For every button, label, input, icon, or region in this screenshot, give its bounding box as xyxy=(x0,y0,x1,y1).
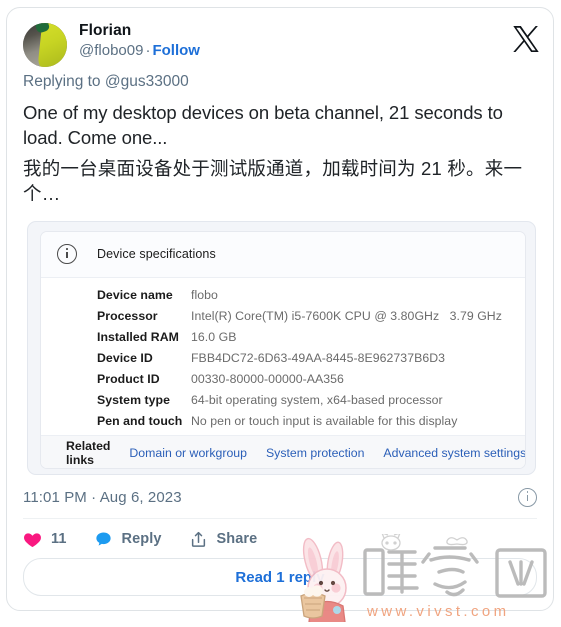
reply-icon xyxy=(94,530,113,549)
spec-label: Product ID xyxy=(97,371,160,386)
spec-value: 64-bit operating system, x64-based proce… xyxy=(191,392,443,407)
spec-value: FBB4DC72-6D63-49AA-8445-8E962737B6D3 xyxy=(191,350,446,365)
spec-value: No pen or touch input is available for t… xyxy=(191,413,458,428)
heart-icon xyxy=(23,530,42,549)
avatar-photo xyxy=(23,23,67,67)
spec-row: Processor Intel(R) Core(TM) i5-7600K CPU… xyxy=(41,309,525,330)
related-link-advanced-system-settings[interactable]: Advanced system settings xyxy=(383,446,525,460)
replying-to-prefix: Replying to xyxy=(23,73,105,90)
reply-button[interactable]: Reply xyxy=(94,530,162,549)
spec-label: Device name xyxy=(97,287,173,302)
info-circle-icon xyxy=(57,244,77,265)
related-link-system-protection[interactable]: System protection xyxy=(266,446,364,460)
like-count: 11 xyxy=(51,531,67,548)
spec-row: Device ID FBB4DC72-6D63-49AA-8445-8E9627… xyxy=(41,351,525,372)
related-links-title: Related links xyxy=(66,438,111,467)
tweet-meta-row: 11:01 PM · Aug 6, 2023 xyxy=(23,475,537,519)
related-links-bar: Related links Domain or workgroup System… xyxy=(41,434,525,468)
x-logo[interactable] xyxy=(513,26,539,52)
replying-to: Replying to @gus33000 xyxy=(7,64,553,91)
author-handle-line: @flobo09 · Follow xyxy=(79,42,200,61)
spec-label: System type xyxy=(97,392,170,407)
spec-row: Installed RAM 16.0 GB xyxy=(41,330,525,351)
author-handle[interactable]: @flobo09 xyxy=(79,42,143,59)
tweet-text-chinese: 我的一台桌面设备处于测试版通道，加载时间为 21 秒。来一个… xyxy=(23,158,523,205)
device-specifications-card: Device specifications Device name flobo … xyxy=(40,230,526,469)
like-button[interactable]: 11 xyxy=(23,530,67,549)
tweet-text: One of my desktop devices on beta channe… xyxy=(7,91,553,207)
tweet-card: Florian @flobo09 · Follow Replying to @gus… xyxy=(6,7,554,611)
spec-row: Device name flobo xyxy=(41,288,525,309)
spec-row: Pen and touch No pen or touch input is a… xyxy=(41,414,525,435)
read-replies-button[interactable]: Read 1 reply xyxy=(23,558,537,596)
share-label: Share xyxy=(216,531,258,548)
reply-label: Reply xyxy=(121,531,162,548)
spec-value: flobo xyxy=(191,287,218,302)
spec-row: System type 64-bit operating system, x64… xyxy=(41,393,525,414)
tweet-text-english: One of my desktop devices on beta channe… xyxy=(23,102,503,149)
device-specifications-title: Device specifications xyxy=(97,247,216,262)
spec-value: Intel(R) Core(TM) i5-7600K CPU @ 3.80GHz… xyxy=(191,308,502,323)
tweet-actions: 11 Reply Share xyxy=(23,519,537,549)
share-button[interactable]: Share xyxy=(189,530,258,549)
spec-label: Installed RAM xyxy=(97,329,179,344)
share-icon xyxy=(189,530,208,549)
tweet-header: Florian @flobo09 · Follow xyxy=(7,8,553,67)
read-replies-label: Read 1 reply xyxy=(235,568,325,586)
spec-value: 16.0 GB xyxy=(191,329,237,344)
device-specifications-list: Device name flobo Processor Intel(R) Cor… xyxy=(41,277,525,435)
author-display-name[interactable]: Florian xyxy=(79,21,200,40)
replying-to-mention[interactable]: @gus33000 xyxy=(105,73,189,90)
related-link-domain-or-workgroup[interactable]: Domain or workgroup xyxy=(129,446,247,460)
tweet-timestamp: 11:01 PM · Aug 6, 2023 xyxy=(23,488,182,506)
spec-value: 00330-80000-00000-AA356 xyxy=(191,371,344,386)
spec-label: Device ID xyxy=(97,350,153,365)
info-icon[interactable] xyxy=(518,487,537,507)
spec-label: Processor xyxy=(97,308,158,323)
follow-link[interactable]: Follow xyxy=(152,42,200,59)
device-specifications-header: Device specifications xyxy=(41,231,525,278)
avatar[interactable] xyxy=(23,23,67,67)
spec-row: Product ID 00330-80000-00000-AA356 xyxy=(41,372,525,393)
embedded-image[interactable]: Device specifications Device name flobo … xyxy=(27,220,536,475)
author-names: Florian @flobo09 · Follow xyxy=(79,21,200,61)
spec-label: Pen and touch xyxy=(97,413,183,428)
